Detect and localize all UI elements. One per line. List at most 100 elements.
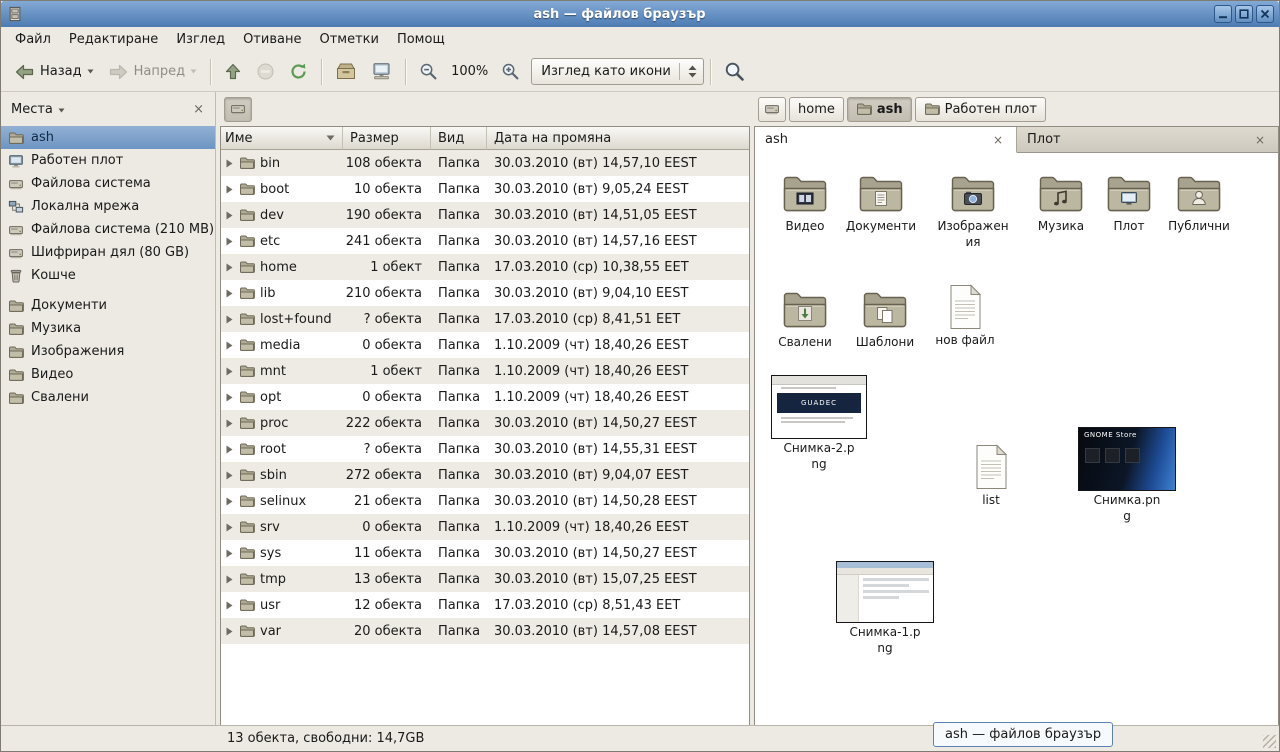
- expander-icon[interactable]: [225, 341, 234, 350]
- sidebar-item-music[interactable]: Музика: [1, 317, 215, 340]
- home-button[interactable]: [328, 58, 364, 85]
- column-header-size[interactable]: Размер: [343, 127, 431, 150]
- expander-icon[interactable]: [225, 549, 234, 558]
- zoom-out-button[interactable]: [412, 58, 445, 85]
- icon-item-image-window[interactable]: Снимка-1.png: [835, 561, 935, 656]
- table-row[interactable]: sys11 обектаПапка30.03.2010 (вт) 14,50,2…: [221, 540, 749, 566]
- table-row[interactable]: sbin272 обектаПапка30.03.2010 (вт) 9,04,…: [221, 462, 749, 488]
- sidebar-item-desktop[interactable]: Работен плот: [1, 149, 215, 172]
- expander-icon[interactable]: [225, 315, 234, 324]
- maximize-button[interactable]: [1235, 5, 1253, 23]
- icon-item-folder-pictures[interactable]: Изображения: [931, 169, 1015, 250]
- menu-help[interactable]: Помощ: [388, 27, 454, 52]
- icon-item-folder-downloads[interactable]: Свалени: [763, 285, 847, 351]
- icon-item-image-guadec[interactable]: GUADECСнимка-2.png: [769, 375, 869, 472]
- expander-icon[interactable]: [225, 419, 234, 428]
- table-row[interactable]: var20 обектаПапка30.03.2010 (вт) 14,57,0…: [221, 618, 749, 644]
- table-row[interactable]: etc241 обектаПапка30.03.2010 (вт) 14,57,…: [221, 228, 749, 254]
- reload-button[interactable]: [282, 58, 315, 85]
- expander-icon[interactable]: [225, 159, 234, 168]
- icon-view[interactable]: ВидеоДокументиИзображенияМузикаПлотПубли…: [755, 153, 1278, 725]
- tab-close-icon[interactable]: ×: [990, 133, 1006, 147]
- column-header-name[interactable]: Име: [221, 127, 343, 150]
- sidebar-close-button[interactable]: ×: [190, 102, 207, 117]
- expander-icon[interactable]: [225, 211, 234, 220]
- tree-pane-root-crumb[interactable]: [224, 97, 252, 122]
- sidebar-item-network[interactable]: Локална мрежа: [1, 195, 215, 218]
- expander-icon[interactable]: [225, 575, 234, 584]
- view-mode-select[interactable]: Изглед като икони: [531, 58, 704, 85]
- table-row[interactable]: dev190 обектаПапка30.03.2010 (вт) 14,51,…: [221, 202, 749, 228]
- menu-bookmarks[interactable]: Отметки: [310, 27, 387, 52]
- table-row[interactable]: usr12 обектаПапка17.03.2010 (ср) 8,51,43…: [221, 592, 749, 618]
- back-button[interactable]: Назад: [7, 59, 101, 85]
- breadcrumb-ash[interactable]: ash: [847, 97, 912, 122]
- table-row[interactable]: boot10 обектаПапка30.03.2010 (вт) 9,05,2…: [221, 176, 749, 202]
- menu-file[interactable]: Файл: [6, 27, 60, 52]
- expander-icon[interactable]: [225, 393, 234, 402]
- sidebar-item-video[interactable]: Видео: [1, 363, 215, 386]
- back-dropdown-icon[interactable]: [87, 69, 94, 74]
- expander-icon[interactable]: [225, 289, 234, 298]
- tab-close-icon[interactable]: ×: [1252, 133, 1268, 147]
- expander-icon[interactable]: [225, 601, 234, 610]
- table-row[interactable]: selinux21 обектаПапка30.03.2010 (вт) 14,…: [221, 488, 749, 514]
- breadcrumb-home[interactable]: home: [789, 97, 844, 122]
- up-button[interactable]: [217, 58, 249, 85]
- icon-item-folder-public[interactable]: Публични: [1157, 169, 1241, 235]
- menu-view[interactable]: Изглед: [167, 27, 234, 52]
- close-button[interactable]: [1256, 5, 1274, 23]
- icon-item-folder-documents[interactable]: Документи: [839, 169, 923, 235]
- sidebar-item-ash[interactable]: ash: [1, 126, 215, 149]
- expander-icon[interactable]: [225, 263, 234, 272]
- sidebar-item-trash[interactable]: Кошче: [1, 264, 215, 287]
- forward-button[interactable]: Напред: [101, 59, 204, 85]
- table-row[interactable]: tmp13 обектаПапка30.03.2010 (вт) 15,07,2…: [221, 566, 749, 592]
- resize-grip[interactable]: [1263, 735, 1276, 748]
- table-row[interactable]: mnt1 обектПапка1.10.2009 (чт) 18,40,26 E…: [221, 358, 749, 384]
- table-row[interactable]: bin108 обектаПапка30.03.2010 (вт) 14,57,…: [221, 150, 749, 176]
- table-row[interactable]: media0 обектаПапка1.10.2009 (чт) 18,40,2…: [221, 332, 749, 358]
- table-row[interactable]: home1 обектПапка17.03.2010 (ср) 10,38,55…: [221, 254, 749, 280]
- tab-0[interactable]: ash×: [755, 127, 1017, 153]
- expander-icon[interactable]: [225, 445, 234, 454]
- expander-icon[interactable]: [225, 237, 234, 246]
- expander-icon[interactable]: [225, 185, 234, 194]
- icon-item-folder-templates[interactable]: Шаблони: [843, 285, 927, 351]
- expander-icon[interactable]: [225, 497, 234, 506]
- table-row[interactable]: lib210 обектаПапка30.03.2010 (вт) 9,04,1…: [221, 280, 749, 306]
- expander-icon[interactable]: [225, 367, 234, 376]
- column-header-modified[interactable]: Дата на промяна: [487, 127, 749, 150]
- sidebar-item-encrypted-80gb[interactable]: Шифриран дял (80 GB): [1, 241, 215, 264]
- expander-icon[interactable]: [225, 523, 234, 532]
- menu-go[interactable]: Отиване: [234, 27, 310, 52]
- icon-item-folder-video[interactable]: Видео: [763, 169, 847, 235]
- titlebar[interactable]: ash — файлов браузър: [1, 1, 1279, 27]
- minimize-button[interactable]: [1214, 5, 1232, 23]
- sidebar-item-pictures[interactable]: Изображения: [1, 340, 215, 363]
- computer-button[interactable]: [364, 58, 399, 85]
- expander-icon[interactable]: [225, 471, 234, 480]
- breadcrumb-desktop[interactable]: Работен плот: [915, 97, 1046, 122]
- menu-edit[interactable]: Редактиране: [60, 27, 167, 52]
- table-row[interactable]: root? обектаПапка30.03.2010 (вт) 14,55,3…: [221, 436, 749, 462]
- column-header-type[interactable]: Вид: [431, 127, 487, 150]
- icon-item-image-store[interactable]: GNOME StoreСнимка.png: [1077, 427, 1177, 524]
- expander-icon[interactable]: [225, 627, 234, 636]
- sidebar-item-documents[interactable]: Документи: [1, 294, 215, 317]
- sidebar-item-downloads[interactable]: Свалени: [1, 386, 215, 409]
- sidebar-title-dropdown-icon[interactable]: [58, 102, 65, 117]
- icon-item-text-file[interactable]: нов файл: [923, 283, 1007, 349]
- breadcrumb-root[interactable]: [758, 97, 786, 122]
- table-row[interactable]: lost+found? обектаПапка17.03.2010 (ср) 8…: [221, 306, 749, 332]
- table-row[interactable]: opt0 обектаПапка1.10.2009 (чт) 18,40,26 …: [221, 384, 749, 410]
- icon-item-text-file[interactable]: list: [949, 443, 1033, 509]
- zoom-in-button[interactable]: [494, 58, 527, 85]
- stop-button[interactable]: [249, 58, 282, 85]
- search-button[interactable]: [717, 57, 752, 86]
- sidebar-title[interactable]: Места: [11, 102, 53, 117]
- forward-dropdown-icon[interactable]: [190, 69, 197, 74]
- sidebar-item-filesystem[interactable]: Файлова система: [1, 172, 215, 195]
- sidebar-item-filesystem-210mb[interactable]: Файлова система (210 MB): [1, 218, 215, 241]
- table-row[interactable]: proc222 обектаПапка30.03.2010 (вт) 14,50…: [221, 410, 749, 436]
